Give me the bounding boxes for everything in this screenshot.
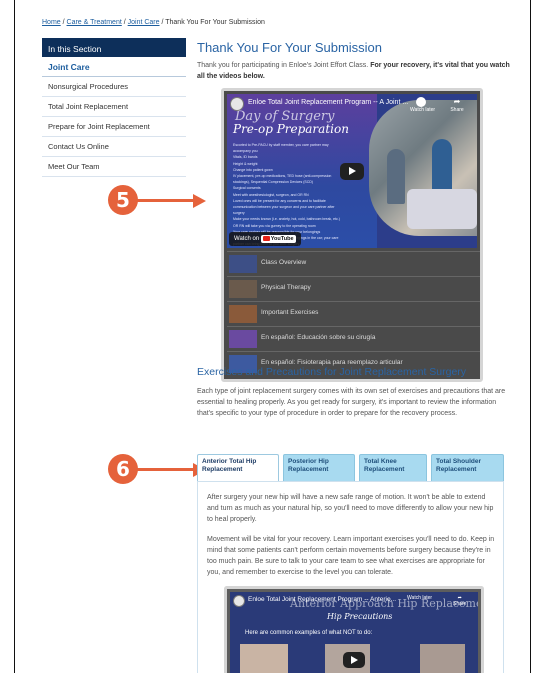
video-slide-text: Here are common examples of what NOT to …: [245, 630, 373, 636]
exercises-title: Exercises and Precautions for Joint Repl…: [197, 366, 467, 378]
sidebar-item-total-joint-replacement[interactable]: Total Joint Replacement: [42, 97, 186, 117]
callout-arrow-head: [193, 194, 206, 208]
video-slide-subheading: Hip Precautions: [327, 612, 393, 621]
playlist-items: Class Overview Physical Therapy Importan…: [227, 251, 480, 376]
tab-posterior-hip[interactable]: Posterior Hip Replacement: [283, 454, 355, 481]
tab-total-knee[interactable]: Total Knee Replacement: [359, 454, 427, 481]
video-photo: [420, 644, 465, 673]
channel-avatar-icon[interactable]: [233, 595, 245, 607]
sidebar: In this Section Joint Care Nonsurgical P…: [42, 38, 186, 177]
playlist-thumbnail: [229, 330, 257, 348]
video-playlist-embed[interactable]: Day of Surgery Pre-op Preparation Escort…: [221, 88, 483, 382]
tab-total-shoulder[interactable]: Total Shoulder Replacement: [431, 454, 504, 481]
sidebar-item-joint-care[interactable]: Joint Care: [42, 57, 186, 77]
callout-badge-5: 5: [108, 185, 138, 215]
playlist-item-title: Physical Therapy: [261, 284, 311, 291]
hip-precautions-video[interactable]: Anterior Approach Hip Replacement Hip Pr…: [224, 586, 484, 673]
sidebar-heading: In this Section: [42, 38, 186, 57]
breadcrumb-joint-care[interactable]: Joint Care: [128, 19, 160, 26]
watch-on-label: Watch on: [234, 236, 260, 242]
watch-later-button[interactable]: Watch later: [407, 595, 432, 601]
youtube-logo-icon: YouTube: [260, 235, 296, 243]
page-title: Thank You For Your Submission: [197, 40, 383, 55]
playlist-item[interactable]: Class Overview: [227, 251, 480, 276]
procedure-tabs: Anterior Total Hip Replacement Posterior…: [197, 454, 504, 482]
breadcrumb: Home / Care & Treatment / Joint Care / T…: [42, 19, 265, 26]
channel-avatar-icon[interactable]: [230, 97, 244, 111]
sidebar-item-contact-us-online[interactable]: Contact Us Online: [42, 137, 186, 157]
callout-arrow-line: [136, 199, 194, 202]
callout-badge-6: 6: [108, 454, 138, 484]
playlist-item[interactable]: Important Exercises: [227, 301, 480, 326]
video-player[interactable]: Day of Surgery Pre-op Preparation Escort…: [227, 94, 477, 248]
tab-anterior-total-hip[interactable]: Anterior Total Hip Replacement: [197, 454, 279, 482]
panel-paragraph-1: After surgery your new hip will have a n…: [207, 494, 494, 523]
share-arrow-icon: ➦: [453, 97, 461, 106]
video-photo-person: [387, 149, 405, 204]
panel-paragraph-2: Movement will be vital for your recovery…: [207, 536, 495, 576]
play-button[interactable]: [343, 652, 365, 668]
watch-later-button[interactable]: Watch later: [410, 97, 436, 113]
share-label: Share: [450, 107, 464, 113]
breadcrumb-care-treatment[interactable]: Care & Treatment: [67, 19, 122, 26]
video-title[interactable]: Enloe Total Joint Replacement Program --…: [248, 99, 408, 106]
video-slide-subheading: Pre-op Preparation: [233, 122, 349, 136]
playlist-item[interactable]: En español: Educación sobre su cirugía: [227, 326, 480, 351]
video-title[interactable]: Enloe Total Joint Replacement Program --…: [248, 596, 396, 603]
breadcrumb-home[interactable]: Home: [42, 19, 61, 26]
sidebar-item-prepare-for-joint-replacement[interactable]: Prepare for Joint Replacement: [42, 117, 186, 137]
clock-icon: [416, 97, 426, 107]
video-photo-bed: [407, 189, 477, 229]
play-button[interactable]: [340, 163, 364, 180]
sidebar-item-meet-our-team[interactable]: Meet Our Team: [42, 157, 186, 177]
breadcrumb-current: Thank You For Your Submission: [165, 19, 265, 26]
sidebar-item-nonsurgical-procedures[interactable]: Nonsurgical Procedures: [42, 77, 186, 97]
watch-on-youtube-button[interactable]: Watch on YouTube: [229, 232, 301, 246]
watch-later-label: Watch later: [410, 107, 436, 113]
share-label: Share: [453, 601, 467, 607]
intro-plain: Thank you for participating in Enloe's J…: [197, 62, 371, 69]
video-photo: [240, 644, 288, 673]
playlist-item-title: Important Exercises: [261, 309, 319, 316]
video-player[interactable]: Anterior Approach Hip Replacement Hip Pr…: [230, 592, 478, 673]
playlist-thumbnail: [229, 280, 257, 298]
share-button[interactable]: ➦ Share: [453, 595, 466, 607]
playlist-item-title: En español: Fisioterapia para reemplazo …: [261, 359, 403, 366]
share-button[interactable]: ➦ Share: [447, 97, 467, 113]
exercises-description: Each type of joint replacement surgery c…: [197, 388, 506, 417]
callout-arrow-line: [136, 468, 194, 471]
playlist-item[interactable]: Physical Therapy: [227, 276, 480, 301]
playlist-thumbnail: [229, 305, 257, 323]
playlist-item-title: En español: Educación sobre su cirugía: [261, 334, 376, 341]
intro-text: Thank you for participating in Enloe's J…: [197, 60, 513, 82]
playlist-item-title: Class Overview: [261, 259, 307, 266]
playlist-thumbnail: [229, 255, 257, 273]
